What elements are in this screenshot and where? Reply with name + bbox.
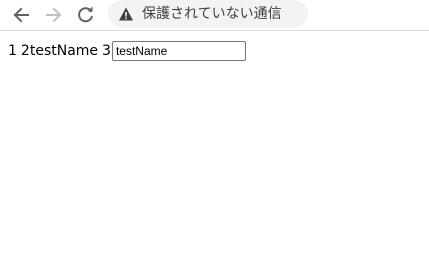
- text-1: 1: [8, 43, 17, 59]
- text-2: 2: [20, 43, 30, 59]
- security-status-text: 保護されていない通信: [142, 6, 282, 22]
- forward-button[interactable]: [42, 3, 66, 27]
- name-text: testName: [29, 43, 99, 59]
- arrow-left-icon: [11, 5, 31, 25]
- name-input[interactable]: [111, 41, 246, 61]
- back-button[interactable]: [9, 3, 33, 27]
- page-content: 1 2 testName 3: [8, 40, 246, 62]
- arrow-right-icon: [44, 5, 64, 25]
- reload-icon: [76, 5, 96, 25]
- text-3: 3: [102, 43, 111, 59]
- browser-toolbar: 保護されていない通信: [0, 0, 429, 31]
- address-bar[interactable]: 保護されていない通信: [108, 0, 308, 28]
- reload-button[interactable]: [74, 3, 98, 27]
- warning-triangle-icon[interactable]: [118, 6, 134, 22]
